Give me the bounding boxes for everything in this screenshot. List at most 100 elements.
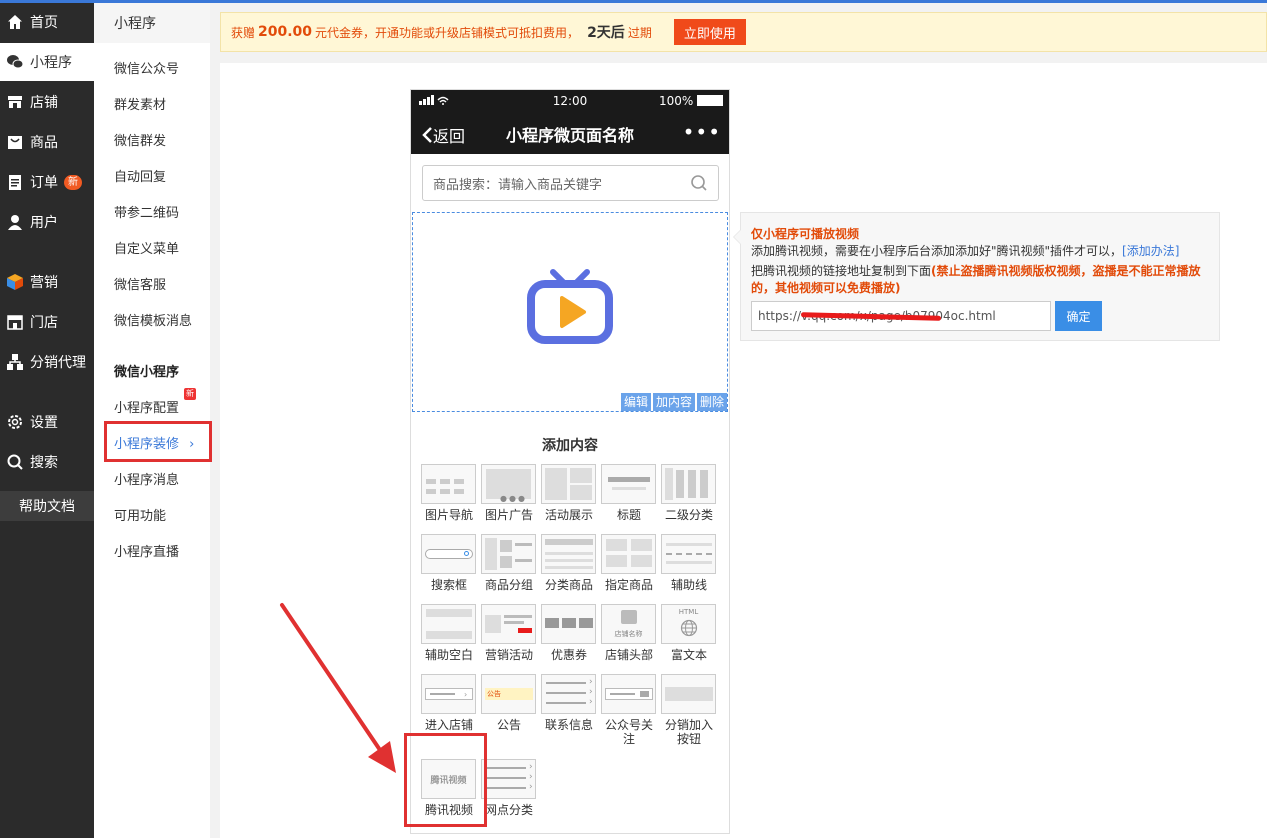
video-component[interactable]: 编辑 加内容 删除: [412, 212, 728, 412]
widget-thumbnail: [601, 464, 656, 504]
widget-divider[interactable]: 辅助线: [661, 534, 717, 592]
widget-thumbnail: ●●●: [481, 464, 536, 504]
widget-announcement[interactable]: 公告 公告: [481, 674, 537, 732]
sidebar-item-label: 店铺: [30, 95, 58, 111]
sidebar-item-label: 小程序: [30, 55, 72, 71]
sidebar-item-shops[interactable]: 门店: [0, 303, 94, 341]
delete-button[interactable]: 删除: [696, 393, 727, 411]
widget-thumbnail: [601, 534, 656, 574]
widget-store-header[interactable]: 店铺名称 店铺头部: [601, 604, 657, 662]
sidebar-item-goods[interactable]: 商品: [0, 123, 94, 161]
subnav-item[interactable]: 小程序配置: [114, 397, 179, 416]
widget-label: 分销加入按钮: [664, 718, 713, 746]
product-search-input[interactable]: 商品搜索：请输入商品关键字: [422, 165, 719, 201]
subnav-item[interactable]: 微信客服: [114, 274, 166, 293]
widget-label: 富文本: [670, 648, 707, 662]
subnav-item[interactable]: 微信公众号: [114, 58, 179, 77]
widget-contact-info[interactable]: › › › 联系信息: [541, 674, 597, 732]
sidebar-item-orders[interactable]: 订单 新: [0, 163, 94, 201]
widget-title[interactable]: 标题: [601, 464, 657, 522]
copy-instruction-text: 把腾讯视频的链接地址复制到下面: [751, 264, 932, 278]
use-now-button[interactable]: 立即使用: [673, 19, 746, 45]
widget-outlet-category[interactable]: › › › 网点分类: [481, 759, 537, 817]
annotation-arrow: [280, 603, 396, 773]
widget-thumbnail: ›: [421, 674, 476, 714]
subnav-item[interactable]: 小程序直播: [114, 541, 179, 560]
widget-thumbnail: [541, 464, 596, 504]
widget-thumbnail: [421, 604, 476, 644]
battery-percent: 100%: [659, 94, 694, 108]
widget-subcategory[interactable]: 二级分类: [661, 464, 717, 522]
subnav-item[interactable]: 可用功能: [114, 505, 166, 524]
widget-marketing-activity[interactable]: 营销活动: [481, 604, 537, 662]
subnav-item[interactable]: 群发素材: [114, 94, 166, 113]
widget-label: 二级分类: [664, 508, 713, 522]
edit-button[interactable]: 编辑: [620, 393, 651, 411]
sidebar-item-users[interactable]: 用户: [0, 203, 94, 241]
subnav-item[interactable]: 自动回复: [114, 166, 166, 185]
more-icon[interactable]: •••: [683, 120, 721, 144]
widget-activity-show[interactable]: 活动展示: [541, 464, 597, 522]
widget-label: 图片广告: [484, 508, 533, 522]
confirm-button[interactable]: 确定: [1055, 301, 1102, 331]
phone-preview: 12:00 100% 返回 小程序微页面名称 ••• 商品搜索：请输入商品关键字: [410, 89, 730, 834]
widget-thumbnail: [421, 464, 476, 504]
page-title: 小程序微页面名称: [505, 126, 634, 145]
subnav-section-title: 微信小程序: [114, 365, 180, 380]
subnav-item[interactable]: 小程序消息: [114, 469, 179, 488]
status-bar: 12:00 100%: [411, 90, 729, 112]
notice-days: 2天后: [587, 25, 625, 41]
marketing-icon: [6, 273, 24, 291]
widget-follow-account[interactable]: 公众号关注: [601, 674, 657, 746]
subnav-item[interactable]: 微信群发: [114, 130, 166, 149]
sidebar-item-label: 分销代理: [30, 355, 86, 371]
sidebar-item-settings[interactable]: 设置: [0, 403, 94, 441]
sidebar-item-store[interactable]: 店铺: [0, 83, 94, 121]
goods-icon: [6, 133, 24, 151]
sidebar-item-miniprogram[interactable]: 小程序: [0, 43, 94, 81]
widget-coupon[interactable]: 优惠券: [541, 604, 597, 662]
sidebar-item-label: 商品: [30, 135, 58, 151]
globe-icon: [680, 619, 698, 637]
widget-thumbnail: [661, 464, 716, 504]
notice-suffix: 过期: [627, 25, 652, 40]
widget-label: 进入店铺: [424, 718, 473, 732]
subnav-item[interactable]: 自定义菜单: [114, 238, 179, 257]
add-method-link[interactable]: [添加办法]: [1122, 244, 1179, 258]
sidebar-item-home[interactable]: 首页: [0, 3, 94, 41]
sidebar-item-label: 设置: [30, 415, 58, 431]
widget-label: 营销活动: [484, 648, 533, 662]
subnav-header: 小程序: [94, 3, 210, 43]
widget-label: 店铺头部: [604, 648, 653, 662]
widget-image-nav[interactable]: 图片导航: [421, 464, 477, 522]
widget-category-goods[interactable]: 分类商品: [541, 534, 597, 592]
widget-search-box[interactable]: 搜索框: [421, 534, 477, 592]
widget-specified-goods[interactable]: 指定商品: [601, 534, 657, 592]
help-docs-button[interactable]: 帮助文档: [0, 491, 94, 521]
widget-label: 辅助线: [670, 578, 707, 592]
widget-enter-store[interactable]: › 进入店铺: [421, 674, 477, 732]
sidebar-item-marketing[interactable]: 营销: [0, 263, 94, 301]
sidebar-item-label: 首页: [30, 15, 58, 31]
add-content-button[interactable]: 加内容: [652, 393, 695, 411]
app-root: 首页 小程序 店铺 商品 订单 新 用户 营销 门店 分销代理 设置 搜索 帮助…: [0, 0, 1267, 838]
widget-distribution-join[interactable]: 分销加入按钮: [661, 674, 717, 746]
tv-video-icon: [527, 269, 613, 344]
widget-thumbnail: [661, 534, 716, 574]
widget-blank-space[interactable]: 辅助空白: [421, 604, 477, 662]
widget-thumbnail: [661, 674, 716, 714]
sidebar-item-distribution[interactable]: 分销代理: [0, 343, 94, 381]
widget-rich-text[interactable]: HTML 富文本: [661, 604, 717, 662]
sidebar-item-label: 订单: [30, 175, 58, 191]
widget-goods-group[interactable]: 商品分组: [481, 534, 537, 592]
subnav-item[interactable]: 带参二维码: [114, 202, 179, 221]
widget-thumbnail: 店铺名称: [601, 604, 656, 644]
subnav-item[interactable]: 微信模板消息: [114, 310, 192, 329]
widget-label: 指定商品: [604, 578, 653, 592]
sidebar-item-search[interactable]: 搜索: [0, 443, 94, 481]
annotation-highlight-menu: [104, 421, 212, 462]
search-icon: [690, 174, 708, 196]
widget-label: 公众号关注: [604, 718, 653, 746]
new-badge: 新: [184, 388, 196, 400]
widget-image-ad[interactable]: ●●● 图片广告: [481, 464, 537, 522]
